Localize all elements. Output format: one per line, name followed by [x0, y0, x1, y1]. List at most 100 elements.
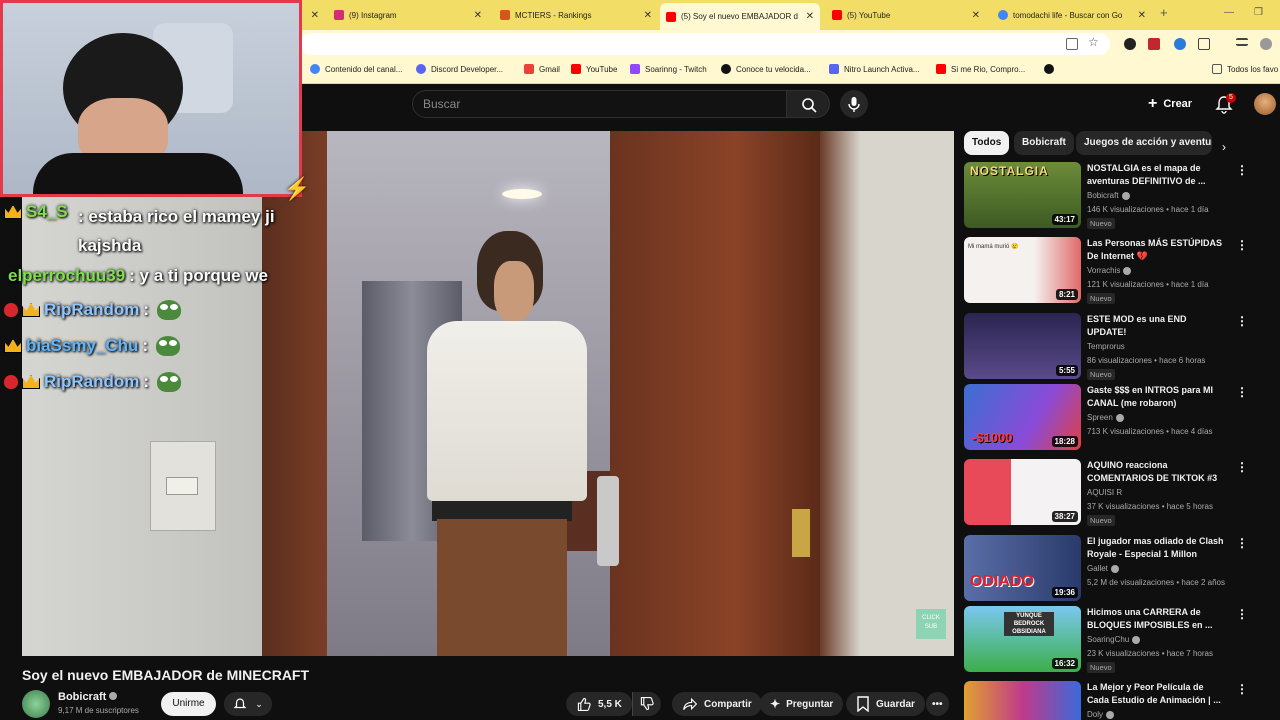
bookmark-item[interactable]: Discord Developer...	[416, 64, 503, 74]
more-options-icon[interactable]: ⋮	[1236, 238, 1248, 252]
channel-name[interactable]: Temprorus	[1087, 342, 1125, 351]
install-icon[interactable]	[1066, 38, 1078, 50]
bookmark-label: Conoce tu velocida...	[736, 64, 811, 74]
bookmark-star-icon[interactable]: ☆	[1088, 35, 1100, 49]
close-icon[interactable]: ✕	[1138, 10, 1146, 21]
extension-icon[interactable]	[1174, 38, 1186, 50]
tab-google-search[interactable]: tomodachi life - Buscar con Go ✕	[992, 4, 1152, 26]
video-thumbnail[interactable]: ODIADO 19:36	[964, 535, 1081, 601]
video-title[interactable]: El jugador mas odiado de Clash Royale - …	[1087, 535, 1225, 561]
more-options-icon[interactable]: ⋮	[1236, 460, 1248, 474]
bookmark-item[interactable]: Gmail	[524, 64, 560, 74]
channel-name[interactable]: Spreen	[1087, 413, 1124, 422]
list-item[interactable]: 5:55 ESTE MOD es una END UPDATE! Tempror…	[964, 313, 1264, 381]
close-icon[interactable]: ✕	[806, 11, 814, 22]
filter-chips: Todos Bobicraft Juegos de acción y avent…	[964, 131, 1264, 155]
list-item[interactable]: NOSTALGIA 43:17 NOSTALGIA es el mapa de …	[964, 162, 1264, 230]
bookmark-item[interactable]: Contenido del canal...	[310, 64, 402, 74]
video-thumbnail[interactable]: Mi mamá murió 😢 8:21	[964, 237, 1081, 303]
search-button[interactable]	[786, 90, 830, 118]
video-title[interactable]: AQUINO reacciona COMENTARIOS DE TIKTOK #…	[1087, 459, 1225, 485]
bookmark-icon	[857, 696, 869, 712]
thumbs-down-icon	[640, 697, 654, 711]
list-item[interactable]: YUNQUE BEDROCK OBSIDIANA 16:32 Hicimos u…	[964, 606, 1264, 674]
video-title[interactable]: Gaste $$$ en INTROS para MI CANAL (me ro…	[1087, 384, 1225, 410]
more-options-icon[interactable]: ⋮	[1236, 385, 1248, 399]
video-title[interactable]: ESTE MOD es una END UPDATE!	[1087, 313, 1225, 339]
voice-search-button[interactable]	[840, 90, 868, 118]
maximize-icon[interactable]: ❐	[1254, 7, 1263, 18]
bookmark-item[interactable]: Conoce tu velocida...	[721, 64, 811, 74]
minimize-icon[interactable]: —	[1224, 7, 1234, 18]
avatar[interactable]	[1254, 93, 1276, 115]
extension-icon[interactable]	[1148, 38, 1160, 50]
channel-name[interactable]: SoaringChu	[1087, 635, 1141, 644]
subscription-bell-button[interactable]: ⌄	[224, 692, 272, 716]
media-icon[interactable]	[1236, 38, 1248, 46]
more-options-icon[interactable]: ⋮	[1236, 607, 1248, 621]
list-item[interactable]: La Mejor y Peor Película de Cada Estudio…	[964, 681, 1264, 720]
channel-avatar[interactable]	[22, 690, 50, 718]
bookmark-item[interactable]: Nitro Launch Activa...	[829, 64, 920, 74]
channel-label: AQUISI R	[1087, 488, 1123, 497]
bookmark-item[interactable]: Si me Rio, Compro...	[936, 64, 1025, 74]
ask-button[interactable]: ✦ Preguntar	[760, 692, 844, 716]
like-button[interactable]: 5,5 K	[566, 692, 632, 716]
video-thumbnail[interactable]: YUNQUE BEDROCK OBSIDIANA 16:32	[964, 606, 1081, 672]
channel-name[interactable]: Gallet	[1087, 564, 1119, 573]
create-button[interactable]: + Crear	[1148, 92, 1192, 116]
bookmark-item[interactable]: YouTube	[571, 64, 617, 74]
join-button[interactable]: Unirme	[161, 692, 216, 716]
tab-youtube-video[interactable]: (5) Soy el nuevo EMBAJADOR d ✕	[660, 3, 820, 30]
video-title[interactable]: Las Personas MÁS ESTÚPIDAS De Internet 💔	[1087, 237, 1225, 263]
bookmark-item[interactable]	[1044, 64, 1054, 74]
chip-all[interactable]: Todos	[964, 131, 1010, 155]
channel-name[interactable]: AQUISI R	[1087, 488, 1122, 497]
video-thumbnail[interactable]	[964, 681, 1081, 720]
video-title[interactable]: Hicimos una CARRERA de BLOQUES IMPOSIBLE…	[1087, 606, 1225, 632]
close-icon[interactable]: ✕	[972, 10, 980, 21]
video-thumbnail[interactable]: 5:55	[964, 313, 1081, 379]
more-options-icon[interactable]: ⋮	[1236, 314, 1248, 328]
list-item[interactable]: ODIADO 19:36 El jugador mas odiado de Cl…	[964, 535, 1264, 603]
channel-name[interactable]: Bobicraft	[1087, 191, 1130, 200]
share-button[interactable]: Compartir	[672, 692, 762, 716]
more-options-icon[interactable]: ⋮	[1236, 163, 1248, 177]
list-item[interactable]: Mi mamá murió 😢 8:21 Las Personas MÁS ES…	[964, 237, 1264, 305]
chip-bobicraft[interactable]: Bobicraft	[1014, 131, 1074, 155]
profile-icon[interactable]	[1260, 38, 1272, 50]
video-thumbnail[interactable]: -$1000 18:28	[964, 384, 1081, 450]
video-thumbnail[interactable]: NOSTALGIA 43:17	[964, 162, 1081, 228]
door-hinge	[792, 509, 810, 557]
more-options-icon[interactable]: ⋮	[1236, 536, 1248, 550]
channel-name[interactable]: Bobicraft	[58, 691, 118, 703]
chip-action-adventure[interactable]: Juegos de acción y aventura	[1076, 131, 1212, 155]
close-icon[interactable]: ✕	[474, 10, 482, 21]
new-tab-button[interactable]: +	[1160, 5, 1168, 20]
save-button[interactable]: Guardar	[846, 692, 925, 716]
video-meta: 146 K visualizaciones • hace 1 día	[1087, 205, 1209, 214]
video-title[interactable]: NOSTALGIA es el mapa de aventuras DEFINI…	[1087, 162, 1225, 188]
list-item[interactable]: 38:27 AQUINO reacciona COMENTARIOS DE TI…	[964, 459, 1264, 527]
tab-close-prev[interactable]: ✕	[303, 4, 323, 26]
video-thumbnail[interactable]: 38:27	[964, 459, 1081, 525]
address-bar[interactable]	[300, 33, 1110, 55]
tab-youtube[interactable]: (5) YouTube ✕	[826, 4, 986, 26]
extension-icon[interactable]	[1124, 38, 1136, 50]
tab-mctiers[interactable]: MCTIERS - Rankings ✕	[494, 4, 658, 26]
search-input[interactable]: Buscar	[412, 90, 787, 118]
more-options-icon[interactable]: ⋮	[1236, 682, 1248, 696]
tab-instagram[interactable]: (9) Instagram ✕	[328, 4, 488, 26]
chevron-right-icon[interactable]: ›	[1222, 140, 1226, 154]
list-item[interactable]: -$1000 18:28 Gaste $$$ en INTROS para MI…	[964, 384, 1264, 452]
bookmark-item[interactable]: Soarinng - Twitch	[630, 64, 707, 74]
dislike-button[interactable]	[632, 692, 661, 716]
video-title[interactable]: La Mejor y Peor Película de Cada Estudio…	[1087, 681, 1225, 707]
channel-name[interactable]: Vorrachis	[1087, 266, 1132, 275]
puzzle-icon[interactable]	[1198, 38, 1210, 50]
more-actions-button[interactable]: •••	[926, 692, 949, 716]
all-bookmarks[interactable]: Todos los favo	[1212, 64, 1278, 74]
close-icon[interactable]: ✕	[644, 10, 652, 21]
channel-name[interactable]: Doly	[1087, 710, 1115, 719]
subscribe-watermark[interactable]: CLICK SUB	[916, 609, 946, 639]
